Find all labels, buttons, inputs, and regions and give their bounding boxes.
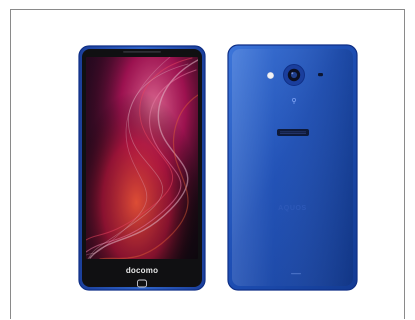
earpiece-speaker bbox=[123, 51, 161, 53]
back-phone: AQUOS bbox=[227, 44, 358, 291]
carrier-logo: docomo bbox=[125, 266, 159, 275]
sensor-icon bbox=[318, 73, 323, 77]
bottom-mark bbox=[291, 273, 301, 275]
rear-camera bbox=[283, 64, 305, 86]
product-photo: docomo AQUOS bbox=[78, 44, 358, 291]
carrier-logo-text: docomo bbox=[125, 266, 159, 275]
front-screen bbox=[86, 57, 198, 259]
brand-text: AQUOS bbox=[278, 205, 307, 212]
front-phone: docomo bbox=[78, 45, 206, 291]
rear-speaker-grille bbox=[277, 129, 309, 136]
flash-icon bbox=[267, 72, 274, 79]
